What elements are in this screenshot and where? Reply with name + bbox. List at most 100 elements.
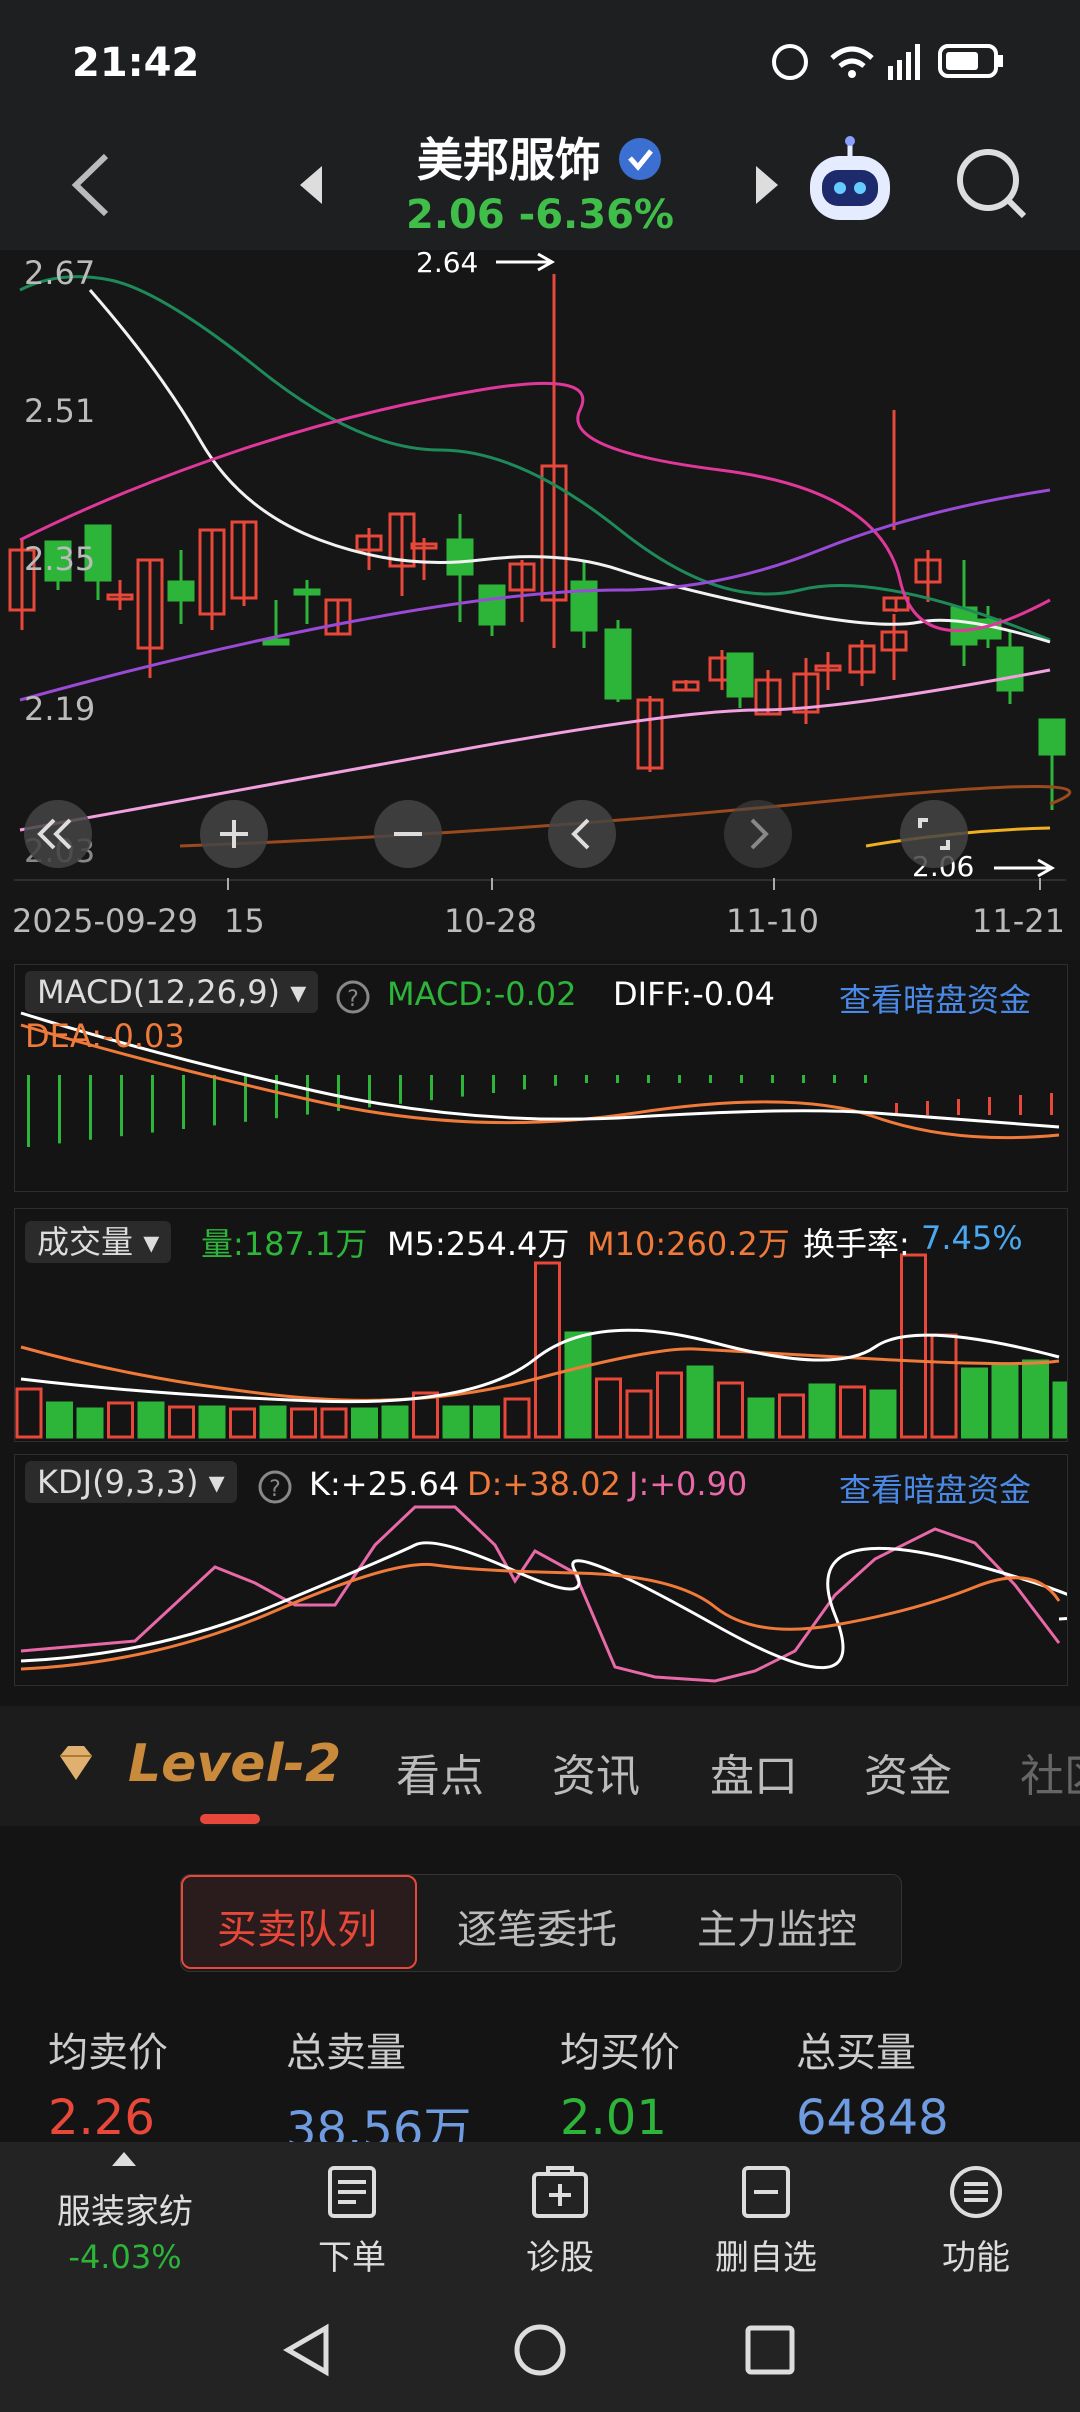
- volume-bar: [442, 1405, 470, 1439]
- collapse-left-icon[interactable]: [22, 798, 94, 870]
- subtab-main-monitor[interactable]: 主力监控: [697, 1897, 857, 1955]
- scroll-right-icon[interactable]: [722, 798, 794, 870]
- macd-bar: [926, 1101, 929, 1115]
- help-icon[interactable]: ?: [335, 979, 371, 1015]
- wifi-icon: [830, 46, 874, 60]
- sector-name[interactable]: 服装家纺: [30, 2184, 220, 2233]
- verified-icon: [619, 138, 661, 180]
- volume-bar: [76, 1407, 104, 1439]
- volume-bar: [686, 1365, 714, 1439]
- kline-chart[interactable]: 2.67 2.51 2.35 2.19 2.03 2.64 2.06 2025-…: [0, 246, 1080, 960]
- volume-bar: [961, 1367, 988, 1439]
- dark-pool-link[interactable]: 查看暗盘资金: [839, 975, 1031, 1021]
- search-icon[interactable]: [954, 146, 1030, 222]
- candle-body: [950, 606, 978, 646]
- diamond-icon: [60, 1746, 92, 1780]
- signal-icon: [888, 66, 893, 80]
- data-saver-icon: [772, 44, 808, 80]
- volume-bar: [381, 1405, 409, 1439]
- tab-funds[interactable]: 资金: [864, 1740, 952, 1804]
- macd-bar: [709, 1075, 712, 1083]
- queue-subtabs: 买卖队列 逐笔委托 主力监控: [180, 1874, 902, 1972]
- volume-bar: [15, 1387, 43, 1439]
- m5-value: M5:254.4万: [387, 1225, 570, 1263]
- order-icon[interactable]: [326, 2164, 378, 2220]
- m5-line: [20, 1328, 1060, 1404]
- menu-icon[interactable]: [948, 2164, 1004, 2220]
- tab-highlights[interactable]: 看点: [396, 1740, 484, 1804]
- remove-watchlist-button[interactable]: 删自选: [696, 2230, 836, 2279]
- sector-change: -4.03%: [68, 2238, 182, 2276]
- x-tick-2: 15: [224, 902, 265, 940]
- candle-body: [1038, 718, 1066, 756]
- tab-level2[interactable]: Level-2: [128, 1734, 341, 1794]
- kdj-panel: KDJ(9,3,3) ▾ ? K:+25.64 D:+38.02 J:+0.90…: [14, 1454, 1068, 1686]
- scroll-left-icon[interactable]: [546, 798, 618, 870]
- volume-bar: [473, 1405, 500, 1439]
- diagnose-button[interactable]: 诊股: [490, 2230, 630, 2279]
- volume-panel: 成交量 ▾ 量:187.1万 M5:254.4万 M10:260.2万 换手率:…: [14, 1208, 1068, 1442]
- nav-back-icon[interactable]: [282, 2322, 332, 2378]
- volume-bar: [625, 1389, 653, 1439]
- zoom-out-icon[interactable]: [372, 798, 444, 870]
- nav-recents-icon[interactable]: [744, 2324, 796, 2376]
- candle-body: [167, 580, 195, 602]
- stock-name: 美邦服饰: [0, 124, 1080, 190]
- volume-bar: [503, 1397, 531, 1439]
- diagnose-icon[interactable]: [530, 2164, 590, 2220]
- function-button[interactable]: 功能: [906, 2230, 1046, 2279]
- tab-community[interactable]: 社区: [1020, 1740, 1080, 1804]
- stock-price: 2.06 -6.36%: [405, 192, 674, 238]
- macd-bar: [244, 1075, 247, 1122]
- nav-home-icon[interactable]: [512, 2322, 568, 2378]
- macd-bar: [182, 1075, 185, 1129]
- robot-assistant-icon[interactable]: [804, 134, 896, 234]
- kdj-help-icon[interactable]: ?: [257, 1469, 293, 1505]
- order-button[interactable]: 下单: [282, 2230, 422, 2279]
- subtab-order-by-order[interactable]: 逐笔委托: [457, 1897, 617, 1955]
- svg-text:?: ?: [347, 987, 359, 1012]
- high-arrow: [496, 252, 556, 272]
- macd-bar: [1050, 1093, 1053, 1115]
- volume-bar: [808, 1383, 836, 1439]
- kdj-selector[interactable]: KDJ(9,3,3) ▾: [25, 1461, 237, 1503]
- macd-selector[interactable]: MACD(12,26,9) ▾: [25, 971, 319, 1013]
- zoom-in-icon[interactable]: [198, 798, 270, 870]
- volume-bar: [1022, 1359, 1049, 1439]
- macd-bar: [523, 1075, 526, 1090]
- m10-value: M10:260.2万: [587, 1225, 790, 1263]
- macd-bar: [430, 1075, 433, 1101]
- remove-watchlist-icon[interactable]: [740, 2164, 792, 2220]
- status-bar: 21:42: [0, 0, 1080, 120]
- total-buy-value: 64848: [796, 2090, 949, 2146]
- last-arrow: [994, 858, 1056, 878]
- macd-bar: [1019, 1095, 1022, 1115]
- vol-value: 量:187.1万: [201, 1225, 368, 1263]
- volume-bar: [351, 1407, 378, 1439]
- volume-bar: [137, 1401, 165, 1439]
- kdj-dark-pool-link[interactable]: 查看暗盘资金: [839, 1465, 1031, 1511]
- next-stock-icon[interactable]: [752, 162, 782, 208]
- macd-bar: [399, 1075, 402, 1104]
- stock-header: 美邦服饰 2.06 -6.36%: [0, 120, 1080, 250]
- bottom-toolbar: 服装家纺 -4.03% 下单 诊股 删自选 功能: [0, 2142, 1080, 2292]
- clock: 21:42: [72, 40, 200, 86]
- turnover-label: 换手率:: [803, 1225, 910, 1263]
- subtab-buy-sell-queue[interactable]: 买卖队列: [217, 1897, 377, 1955]
- high-label: 2.64: [416, 246, 479, 279]
- macd-panel: MACD(12,26,9) ▾ ? MACD:-0.02 DIFF:-0.04 …: [14, 964, 1068, 1192]
- tab-orderbook[interactable]: 盘口: [710, 1740, 798, 1804]
- volume-bar: [46, 1401, 73, 1439]
- ma-line-white: [88, 289, 1051, 644]
- x-tick-4: 11-10: [726, 902, 819, 940]
- volume-bar: [320, 1407, 348, 1439]
- volume-bar: [229, 1407, 256, 1439]
- k-line: [20, 1541, 1067, 1669]
- volume-selector[interactable]: 成交量 ▾: [25, 1217, 172, 1263]
- tab-news[interactable]: 资讯: [552, 1740, 640, 1804]
- expand-up-icon[interactable]: [110, 2150, 138, 2168]
- x-tick-5: 11-21: [972, 902, 1065, 940]
- fullscreen-icon[interactable]: [898, 798, 970, 870]
- volume-bar: [747, 1397, 775, 1439]
- system-nav-bar: [0, 2292, 1080, 2412]
